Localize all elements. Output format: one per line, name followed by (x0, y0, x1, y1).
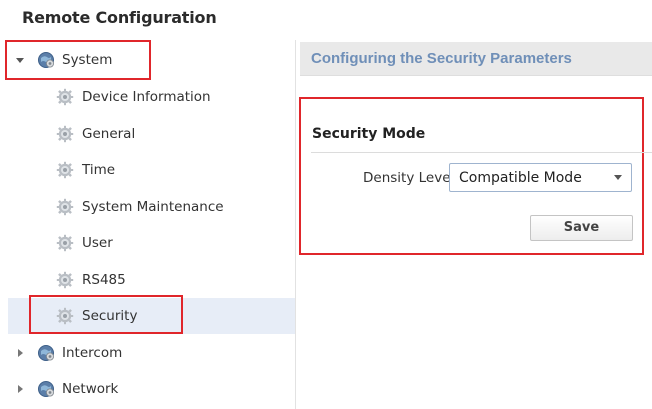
page-title: Remote Configuration (22, 8, 217, 27)
network-globe-icon (37, 380, 55, 398)
tree-item-system-maintenance[interactable]: System Maintenance (8, 189, 295, 225)
intercom-globe-icon (37, 344, 55, 362)
tree-item-general[interactable]: General (8, 116, 295, 152)
tree-item-label: General (82, 126, 136, 142)
save-button[interactable]: Save (530, 215, 633, 241)
tree-node-label: Network (62, 381, 119, 397)
highlight-box-security (29, 295, 183, 334)
panel-header: Configuring the Security Parameters (300, 42, 652, 76)
tree-node-intercom[interactable]: Intercom (8, 335, 295, 371)
gear-icon (56, 198, 74, 216)
density-level-label: Density Level (363, 170, 455, 186)
tree-item-rs485[interactable]: RS485 (8, 262, 295, 298)
gear-icon (56, 88, 74, 106)
tree-node-label: Intercom (62, 345, 123, 361)
tree-item-device-information[interactable]: Device Information (8, 79, 295, 115)
tree-item-time[interactable]: Time (8, 152, 295, 188)
tree-item-label: User (82, 235, 113, 251)
density-level-select[interactable]: Compatible Mode (449, 163, 632, 192)
gear-icon (56, 161, 74, 179)
section-divider (311, 152, 652, 153)
tree-item-label: Device Information (82, 89, 211, 105)
tree-item-label: Time (82, 162, 116, 178)
device-tree: System Device Information General Time S… (8, 40, 296, 409)
tree-node-network[interactable]: Network (8, 371, 295, 407)
section-title: Security Mode (312, 126, 426, 142)
highlight-box-system (5, 40, 151, 80)
gear-icon (56, 271, 74, 289)
dropdown-caret-icon (614, 175, 622, 180)
gear-icon (56, 234, 74, 252)
expand-arrow-right-icon[interactable] (16, 349, 24, 357)
tree-item-label: RS485 (82, 272, 126, 288)
tree-item-label: System Maintenance (82, 199, 224, 215)
gear-icon (56, 125, 74, 143)
tree-item-user[interactable]: User (8, 225, 295, 261)
expand-arrow-right-icon[interactable] (16, 385, 24, 393)
density-level-value: Compatible Mode (459, 170, 582, 186)
panel-header-title: Configuring the Security Parameters (311, 50, 572, 67)
